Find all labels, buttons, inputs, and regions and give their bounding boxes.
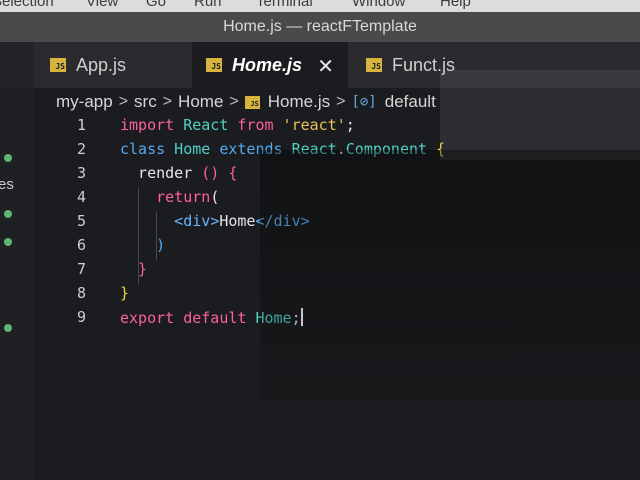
code-line[interactable]: 5 <div>Home</div>	[34, 212, 640, 236]
text-cursor	[300, 308, 303, 326]
git-status-dot	[4, 238, 12, 246]
code-token: }	[120, 260, 148, 278]
tab-app-js[interactable]: JS App.js	[36, 42, 188, 88]
code-token: Component	[345, 140, 428, 158]
code-token: }	[120, 284, 130, 302]
git-status-dot	[4, 154, 12, 162]
code-token: ;	[291, 309, 301, 327]
line-number: 1	[76, 116, 86, 134]
code-line[interactable]: 1 import React from 'react';	[34, 116, 640, 140]
code-line[interactable]: 7 }	[34, 260, 640, 284]
code-line[interactable]: 3 render () {	[34, 164, 640, 188]
code-text: )	[120, 236, 165, 254]
menu-run[interactable]: Run	[194, 0, 222, 10]
git-status-dot	[4, 210, 12, 218]
code-line[interactable]: 2 class Home extends React.Component {	[34, 140, 640, 164]
breadcrumb-home-folder[interactable]: Home	[178, 92, 223, 112]
window-titlebar: Home.js — reactFTemplate	[0, 12, 640, 43]
breadcrumb-home-js[interactable]: Home.js	[268, 92, 330, 112]
code-token: (	[210, 188, 220, 206]
code-token: from	[237, 116, 274, 134]
code-token: </	[255, 212, 274, 230]
tab-label: Home.js	[232, 54, 303, 75]
breadcrumb: my-app > src > Home > JS Home.js > [⊘] d…	[34, 88, 640, 116]
code-text: <div>Home</div>	[120, 212, 310, 230]
menu-help[interactable]: Help	[440, 0, 471, 10]
line-number: 8	[76, 284, 86, 302]
js-file-icon: JS	[366, 58, 382, 72]
menubar: Selection View Go Run Terminal Window He…	[0, 0, 640, 12]
breadcrumb-src[interactable]: src	[134, 92, 157, 112]
code-token: Home	[255, 309, 292, 327]
close-icon[interactable]: ✕	[317, 54, 334, 79]
code-token: React	[174, 116, 238, 134]
code-token: >	[210, 212, 220, 230]
menu-terminal[interactable]: Terminal	[256, 0, 313, 10]
tab-funct-js[interactable]: JS Funct.js	[352, 42, 502, 88]
code-line[interactable]: 6 )	[34, 236, 640, 260]
code-token: .	[336, 140, 346, 158]
code-token: <	[120, 212, 184, 230]
code-line[interactable]: 8}	[34, 284, 640, 308]
code-text: export default Home;	[120, 308, 303, 327]
code-token: div	[273, 212, 301, 230]
code-token: Home	[219, 212, 256, 230]
code-text: import React from 'react';	[120, 116, 355, 134]
code-token: Home	[165, 140, 220, 158]
breadcrumb-my-app[interactable]: my-app	[56, 92, 113, 112]
line-number: 5	[76, 212, 86, 230]
code-token: >	[300, 212, 310, 230]
code-token: )	[120, 236, 166, 254]
git-status-dot	[4, 324, 12, 332]
code-token: React	[282, 140, 337, 158]
code-token: render	[120, 164, 193, 182]
code-line[interactable]: 9 export default Home;	[34, 308, 640, 332]
code-text: render () {	[120, 164, 237, 182]
code-line[interactable]: 4 return(	[34, 188, 640, 212]
code-text: class Home extends React.Component {	[120, 140, 445, 158]
code-token: div	[183, 212, 211, 230]
symbol-variable-icon: [⊘]	[351, 94, 377, 110]
code-text: }	[120, 260, 147, 278]
tab-home-js[interactable]: JS Home.js ✕	[192, 42, 348, 88]
code-token: {	[427, 140, 446, 158]
code-token: extends	[219, 140, 283, 158]
code-token: class	[120, 140, 166, 158]
sidebar-item-label[interactable]: es	[0, 176, 14, 193]
explorer-sidebar: es	[0, 88, 35, 480]
code-token: return	[120, 188, 211, 206]
menu-window[interactable]: Window	[352, 0, 405, 10]
chevron-right-icon: >	[229, 93, 239, 110]
code-token: ()	[192, 164, 220, 182]
code-text: return(	[120, 188, 219, 206]
menu-view[interactable]: View	[86, 0, 118, 10]
code-token: {	[219, 164, 238, 182]
code-editor[interactable]: 1 import React from 'react'; 2 class Home e…	[34, 116, 640, 480]
menu-selection[interactable]: Selection	[0, 0, 54, 10]
code-token: export	[120, 309, 175, 327]
js-file-icon: JS	[206, 58, 222, 72]
code-token: import	[120, 116, 175, 134]
breadcrumb-default[interactable]: default	[385, 92, 436, 112]
line-number: 4	[76, 188, 86, 206]
line-number: 7	[76, 260, 86, 278]
line-number: 2	[76, 140, 86, 158]
tab-label: App.js	[76, 54, 127, 75]
js-file-icon: JS	[50, 58, 66, 72]
line-number: 3	[76, 164, 86, 182]
tab-label: Funct.js	[392, 54, 456, 75]
chevron-right-icon: >	[336, 93, 346, 110]
code-token: default	[174, 309, 256, 327]
window-title: Home.js — reactFTemplate	[223, 18, 417, 35]
js-file-icon: JS	[244, 95, 260, 109]
line-number: 6	[76, 236, 86, 254]
code-token: 'react'	[273, 116, 346, 134]
code-text: }	[120, 284, 129, 302]
menu-go[interactable]: Go	[146, 0, 166, 10]
chevron-right-icon: >	[162, 93, 173, 110]
line-number: 9	[76, 308, 86, 326]
code-token: ;	[345, 116, 355, 134]
chevron-right-icon: >	[118, 93, 129, 110]
